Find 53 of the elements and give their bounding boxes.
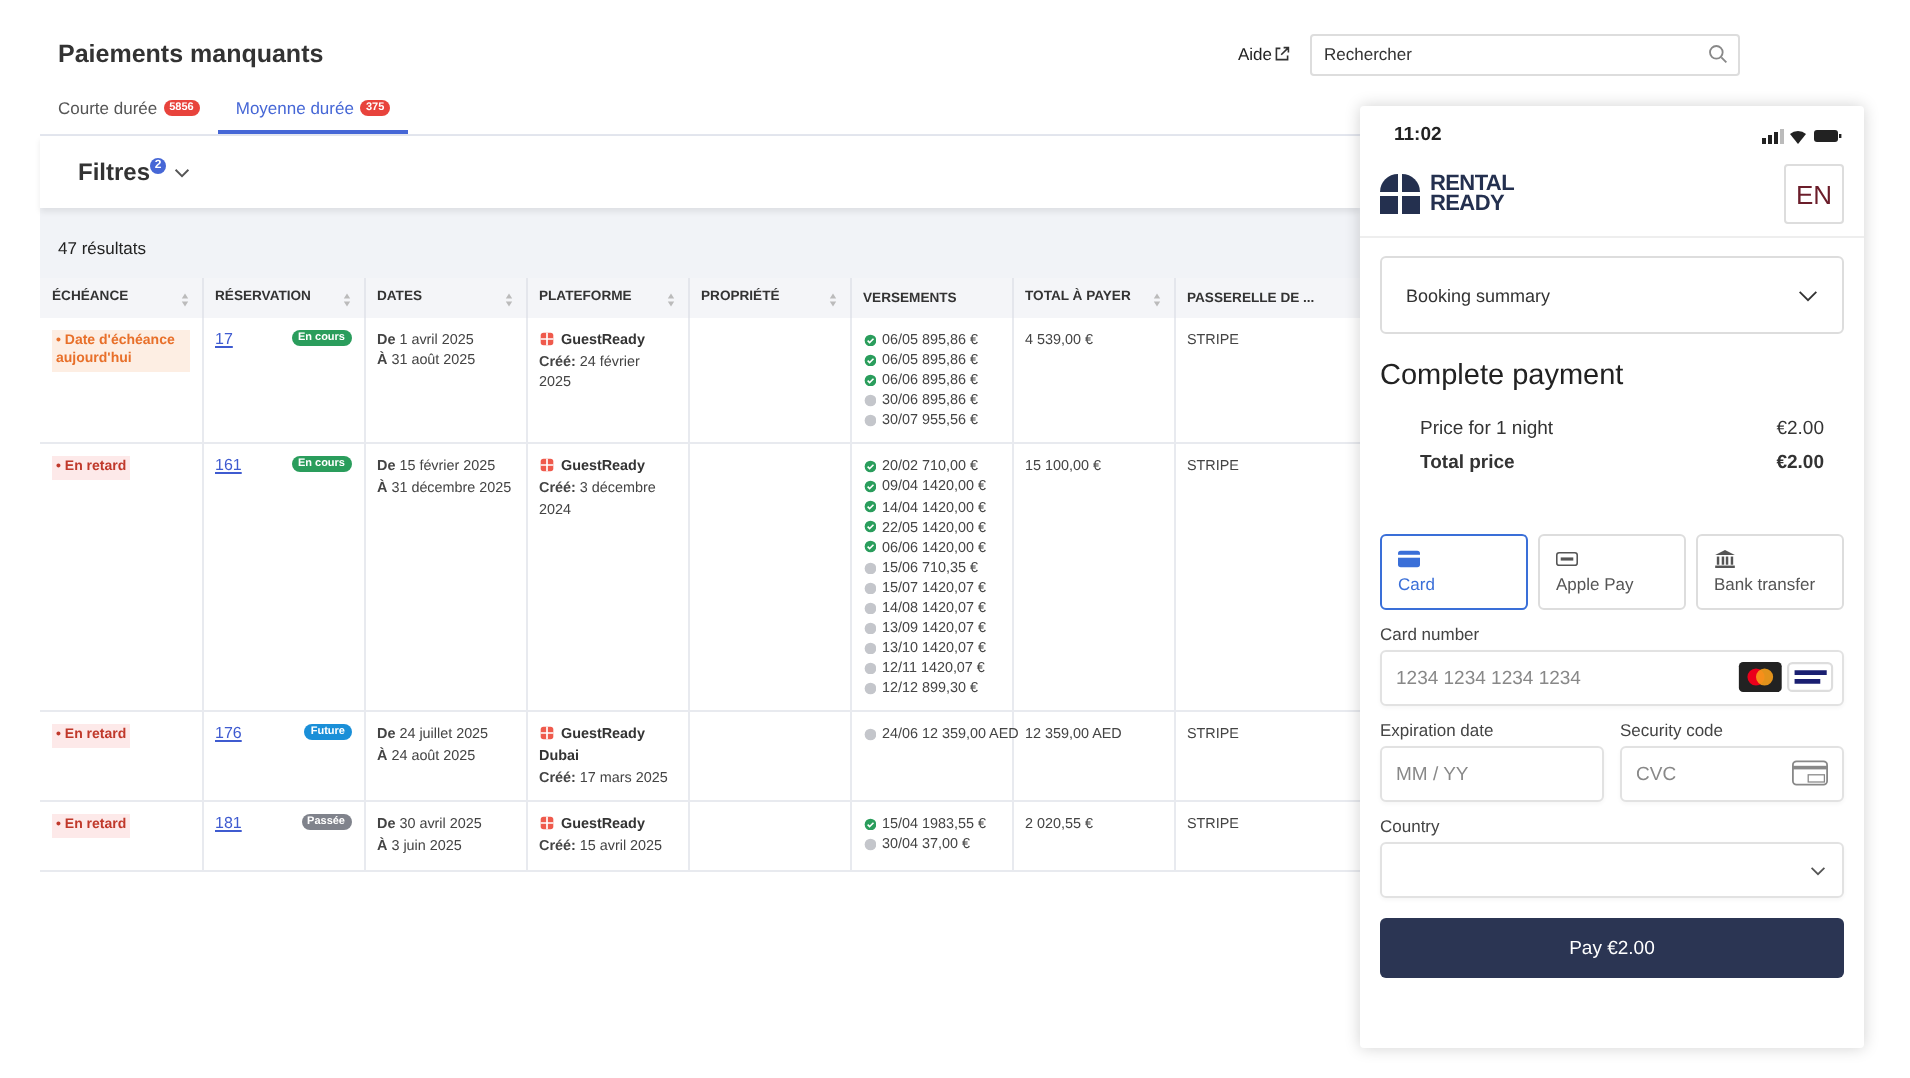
logo-icon	[1380, 174, 1420, 214]
wallet-icon	[1556, 550, 1578, 568]
field-label: Country	[1380, 816, 1442, 836]
chevron-down-icon	[174, 167, 191, 177]
reservation-link[interactable]: 176	[215, 724, 242, 743]
brand-name: RENTAL READY	[1430, 173, 1514, 215]
card-back-icon	[1792, 760, 1828, 786]
status-time: 11:02	[1394, 124, 1442, 146]
sort-icon	[341, 291, 351, 307]
bank-icon	[1714, 550, 1736, 568]
chevron-down-icon	[1810, 865, 1826, 875]
platform-logo-icon	[539, 458, 553, 473]
platform-logo-icon	[539, 816, 553, 831]
search-field[interactable]: Rechercher	[1310, 33, 1740, 75]
price-value: €2.00	[1776, 450, 1824, 478]
price-label: Price for 1 night	[1420, 416, 1554, 444]
language-button[interactable]: EN	[1784, 164, 1844, 224]
field-label: Card number	[1380, 624, 1482, 644]
sort-icon	[503, 291, 513, 307]
price-label: Total price	[1420, 450, 1515, 478]
card-brands-icon	[1738, 662, 1834, 692]
payment-method-tab[interactable]: Apple Pay	[1538, 534, 1686, 610]
expiration-date-field[interactable]: MM / YY	[1380, 746, 1604, 802]
platform-logo-icon	[539, 726, 553, 741]
filters-toggle[interactable]: Filtres $^{2}$	[78, 158, 191, 186]
booking-summary-dropdown[interactable]: Booking summary	[1380, 256, 1844, 334]
sort-icon	[827, 291, 837, 307]
card-icon	[1398, 550, 1420, 568]
search-icon	[1708, 43, 1728, 63]
pay-button[interactable]: Pay €2.00	[1380, 918, 1844, 978]
price-value: €2.00	[1776, 416, 1824, 444]
status-icons-drawing	[1762, 125, 1842, 145]
reservation-link[interactable]: 181	[215, 814, 242, 833]
field-label: Expiration date	[1380, 720, 1496, 740]
external-link-icon	[1274, 46, 1290, 62]
help-link[interactable]: Aide	[1237, 44, 1290, 64]
country-select[interactable]	[1380, 842, 1844, 898]
sort-icon	[1151, 291, 1161, 307]
page-title: Paiements manquants	[58, 40, 324, 68]
field-label: Security code	[1620, 720, 1725, 740]
security-code-field[interactable]: CVC	[1620, 746, 1844, 802]
reservation-link[interactable]: 161	[215, 456, 242, 475]
payment-method-tab[interactable]: Card	[1380, 534, 1528, 610]
platform-logo-icon	[539, 332, 553, 346]
chevron-down-icon	[1798, 289, 1818, 301]
sort-icon	[179, 291, 189, 307]
filter-count-badge: 2	[150, 158, 167, 174]
payment-method-tab[interactable]: Bank transfer	[1696, 534, 1844, 610]
reservation-link[interactable]: 17	[215, 330, 233, 348]
sort-icon	[665, 291, 675, 307]
section-heading: Complete payment	[1380, 360, 1626, 392]
card-number-field[interactable]: 1234 1234 1234 1234	[1380, 650, 1844, 706]
results-count: 47 résultats	[56, 236, 148, 262]
